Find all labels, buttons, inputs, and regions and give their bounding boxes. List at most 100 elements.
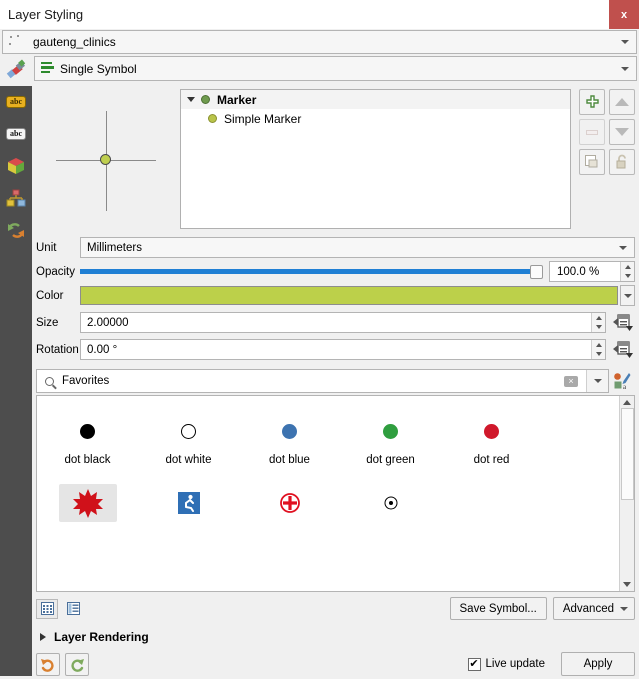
live-update-checkbox[interactable]: ✔ Live update bbox=[467, 657, 545, 671]
symbol-item-dot-green[interactable]: dot green bbox=[340, 410, 441, 466]
chevron-down-icon bbox=[621, 66, 629, 71]
symbol-label: dot green bbox=[366, 454, 415, 466]
symbol-item-dot-white[interactable]: dot white bbox=[138, 410, 239, 466]
symbol-label: dot black bbox=[64, 454, 111, 466]
apply-button[interactable]: Apply bbox=[561, 652, 635, 676]
symbol-gallery[interactable]: dot black dot white dot blue dot green d… bbox=[36, 395, 635, 592]
opacity-label: Opacity bbox=[36, 265, 75, 278]
tree-row[interactable]: Marker bbox=[181, 90, 570, 109]
data-defined-override-icon bbox=[613, 314, 633, 331]
spinner-arrows[interactable] bbox=[591, 340, 605, 359]
advanced-button[interactable]: Advanced bbox=[552, 597, 635, 620]
spinner-arrows[interactable] bbox=[620, 262, 634, 281]
style-manager-icon: a bbox=[614, 373, 631, 390]
checkbox-check-icon: ✔ bbox=[467, 657, 481, 671]
chevron-down-icon bbox=[621, 40, 629, 44]
symbol-gallery-wrap: dot black dot white dot blue dot green d… bbox=[32, 393, 639, 592]
accessibility-icon bbox=[177, 492, 200, 514]
sidebar-item-symbology[interactable] bbox=[0, 54, 32, 86]
spinner-arrows[interactable] bbox=[591, 313, 605, 332]
symbol-label: dot blue bbox=[269, 454, 310, 466]
chevron-down-icon bbox=[623, 293, 632, 298]
list-view-icon bbox=[66, 602, 80, 615]
rotation-input[interactable]: 0.00 ° bbox=[80, 339, 606, 360]
color-swatch-button[interactable] bbox=[80, 286, 618, 305]
advanced-label: Advanced bbox=[562, 602, 614, 615]
plus-icon bbox=[585, 94, 599, 108]
chevron-down-icon[interactable] bbox=[187, 97, 195, 102]
duplicate-symbol-layer-button[interactable] bbox=[579, 149, 605, 175]
size-data-defined-override-button[interactable] bbox=[611, 312, 635, 334]
page-title: Layer Styling bbox=[8, 7, 84, 22]
list-view-button[interactable] bbox=[62, 599, 84, 619]
symbol-search-row: Favorites × a bbox=[32, 363, 639, 393]
move-up-button[interactable] bbox=[609, 89, 635, 115]
symbol-item-dot-black[interactable]: dot black bbox=[37, 410, 138, 466]
rotation-data-defined-override-button[interactable] bbox=[611, 339, 635, 361]
symbol-item-dot-in-circle[interactable] bbox=[340, 482, 441, 524]
sidebar-item-labels[interactable]: abc bbox=[0, 86, 32, 118]
opacity-spinbox[interactable]: 100.0 % bbox=[549, 261, 635, 282]
tree-node-label: Marker bbox=[217, 92, 257, 107]
style-manager-button[interactable]: a bbox=[609, 369, 635, 393]
save-symbol-label: Save Symbol... bbox=[459, 602, 537, 615]
opacity-slider-track bbox=[80, 269, 543, 274]
marker-dot-icon bbox=[201, 95, 210, 104]
save-symbol-button[interactable]: Save Symbol... bbox=[449, 597, 547, 620]
diagram-icon bbox=[6, 189, 26, 207]
starburst-icon bbox=[72, 489, 103, 518]
clear-icon[interactable]: × bbox=[564, 375, 578, 387]
live-update-label: Live update bbox=[485, 658, 545, 670]
unit-select[interactable]: Millimeters bbox=[80, 237, 635, 258]
size-input[interactable]: 2.00000 bbox=[80, 312, 606, 333]
tree-row[interactable]: Simple Marker bbox=[181, 109, 570, 128]
sidebar-item-diagrams[interactable] bbox=[0, 182, 32, 214]
tree-node-label: Simple Marker bbox=[224, 111, 302, 126]
point-layer-icon bbox=[7, 33, 29, 51]
add-symbol-layer-button[interactable] bbox=[579, 89, 605, 115]
renderer-selector[interactable]: Single Symbol bbox=[34, 56, 637, 81]
symbol-item-dot-blue[interactable]: dot blue bbox=[239, 410, 340, 466]
layer-selector[interactable]: gauteng_clinics bbox=[2, 30, 637, 54]
dot-green-icon bbox=[383, 423, 398, 439]
opacity-slider[interactable] bbox=[80, 261, 543, 282]
symbol-item-medical-cross[interactable] bbox=[239, 482, 340, 524]
remove-symbol-layer-button[interactable] bbox=[579, 119, 605, 145]
search-input[interactable]: Favorites × bbox=[36, 369, 609, 393]
search-dropdown-button[interactable] bbox=[586, 370, 608, 392]
scroll-down-icon[interactable] bbox=[623, 582, 631, 587]
label-abc-icon: abc bbox=[6, 96, 26, 108]
dot-blue-icon bbox=[282, 423, 297, 439]
window-title-bar: Layer Styling x bbox=[0, 0, 639, 29]
sidebar-item-masks[interactable]: abc bbox=[0, 118, 32, 150]
gallery-scrollbar[interactable] bbox=[619, 396, 634, 591]
symbol-item-starburst[interactable] bbox=[37, 482, 138, 524]
grid-view-button[interactable] bbox=[36, 598, 58, 619]
undo-button[interactable] bbox=[36, 652, 60, 676]
preview-symbol-dot bbox=[100, 154, 111, 165]
opacity-slider-handle[interactable] bbox=[530, 265, 543, 279]
undo-icon bbox=[41, 659, 54, 672]
move-down-button[interactable] bbox=[609, 119, 635, 145]
sidebar-item-history[interactable] bbox=[0, 214, 32, 246]
close-button[interactable]: x bbox=[609, 0, 639, 29]
symbol-layer-tree[interactable]: Marker Simple Marker bbox=[180, 89, 571, 229]
symbol-preview bbox=[34, 89, 180, 229]
symbol-item-dot-red[interactable]: dot red bbox=[441, 410, 542, 466]
history-undo-redo-icon bbox=[7, 223, 25, 238]
color-row: Color bbox=[36, 285, 635, 306]
color-dropdown-button[interactable] bbox=[620, 285, 635, 306]
lock-layer-button[interactable] bbox=[609, 149, 635, 175]
layer-rendering-section[interactable]: Layer Rendering bbox=[32, 620, 639, 644]
redo-button[interactable] bbox=[65, 652, 89, 676]
unit-row: Unit Millimeters bbox=[36, 237, 635, 258]
close-icon: x bbox=[620, 8, 628, 21]
dot-white-icon bbox=[181, 423, 196, 439]
rotation-label: Rotation bbox=[36, 343, 79, 356]
scrollbar-thumb[interactable] bbox=[620, 408, 634, 500]
sidebar-item-3dview[interactable] bbox=[0, 150, 32, 182]
size-value: 2.00000 bbox=[87, 316, 129, 329]
symbol-layer-toolbar bbox=[575, 89, 637, 229]
symbol-item-accessibility[interactable] bbox=[138, 482, 239, 524]
scroll-up-icon[interactable] bbox=[623, 400, 631, 405]
